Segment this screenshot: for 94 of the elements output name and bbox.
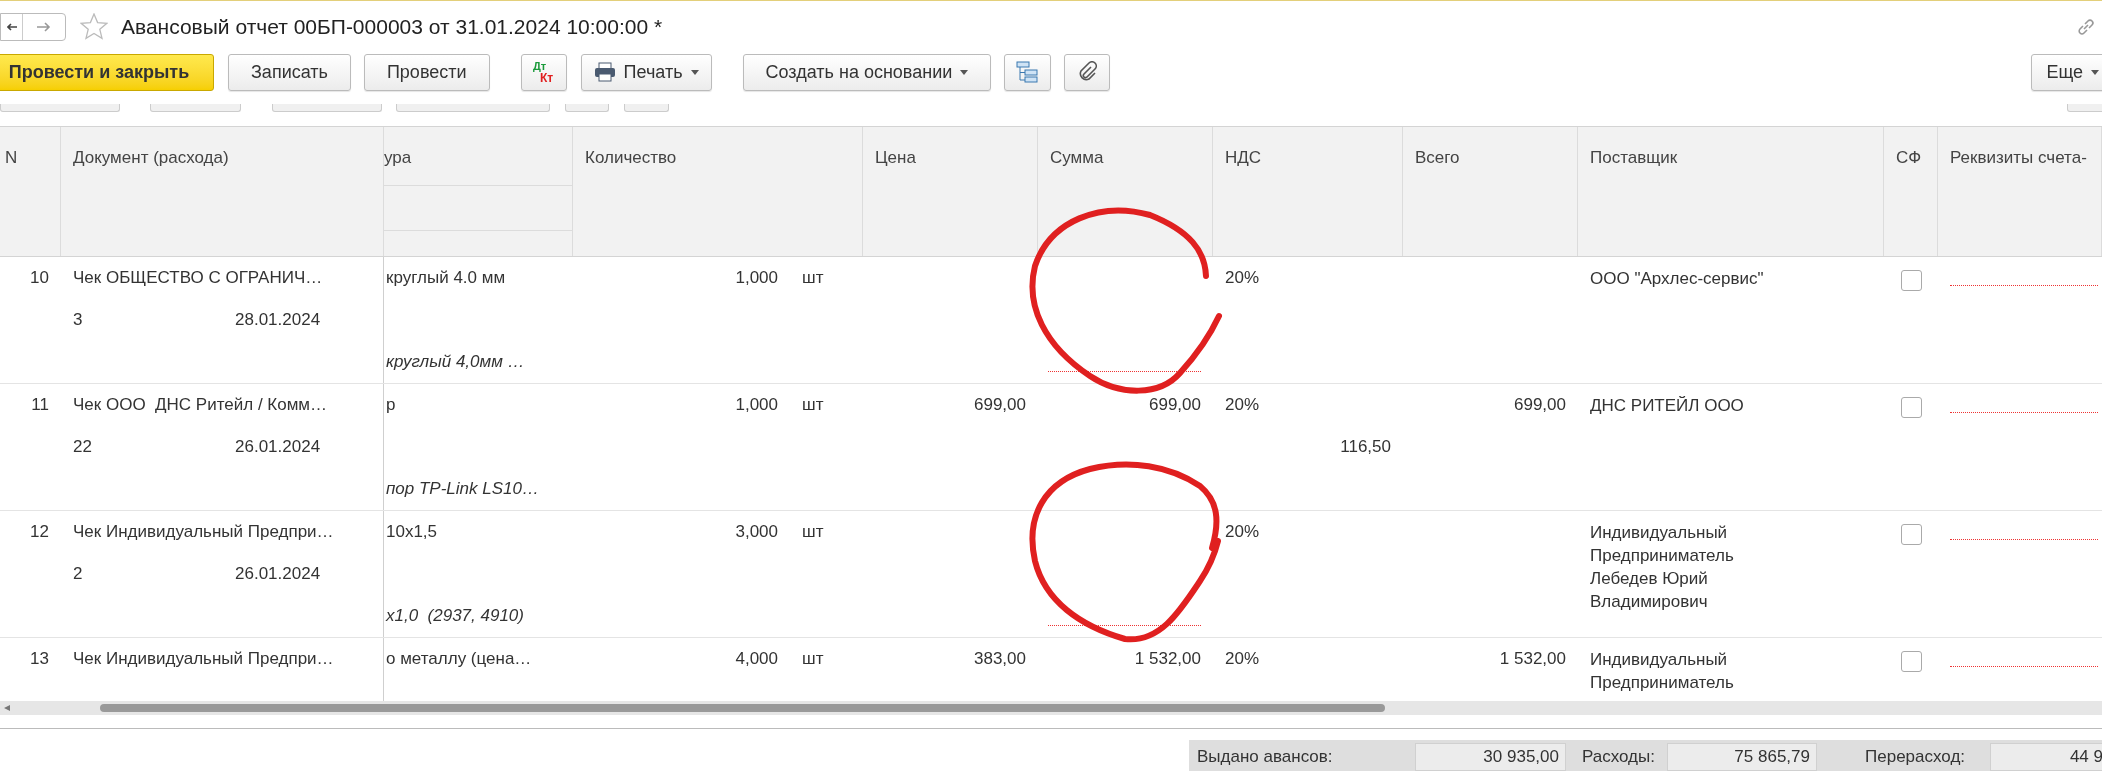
column-header[interactable]: Поставщик [1578,127,1884,256]
item-description: пор TP-Link LS10… [386,478,540,500]
partial-button[interactable] [150,104,241,112]
horizontal-scrollbar[interactable] [0,701,2102,715]
vat-amount-cell-text: 116,50 [1339,436,1392,458]
star-icon [80,13,108,40]
forward-arrow-icon [37,20,51,33]
paperclip-icon [1077,61,1098,83]
document-number: 3 [73,309,84,331]
row-number: 11 [30,394,49,416]
partial-button[interactable] [0,104,120,112]
scroll-left-icon [4,705,10,711]
toolbar-button[interactable]: Записать [228,53,351,91]
totals-field: 30 935,00 [1415,743,1566,771]
printer-icon [593,62,616,82]
column-header[interactable]: Реквизиты счета- [1938,127,2102,256]
vat-rate-cell-text: 20% [1225,267,1261,289]
scrollbar-thumb[interactable] [100,704,1385,712]
vat-rate-cell-text: 20% [1225,648,1261,670]
partial-button[interactable] [396,104,550,112]
row-number: 10 [29,267,49,289]
partial-button[interactable] [272,104,382,112]
quantity-cell-text: 1,000 [734,394,778,416]
link-button[interactable] [2076,16,2096,37]
column-header[interactable]: Документ (расхода) [61,127,384,256]
attach-button[interactable] [1064,53,1111,91]
window-title: Авансовый отчет 00БП-000003 от 31.01.2024 10:00:00 * [121,13,663,40]
document-number: 2 [73,563,84,585]
column-header[interactable]: СФ [1884,127,1938,256]
sum-cell-text: 1 532,00 [1133,648,1201,670]
item-cell-text: р [386,394,397,416]
document-cell-text: Чек ОБЩЕСТВО С ОГРАНИЧ… [73,267,324,289]
item-cell-text: 10x1,5 [386,521,439,543]
unit-cell-text: шт [801,521,824,543]
item-cell-text: круглый 4.0 мм [386,267,507,289]
column-header[interactable]: N [0,127,61,256]
back-arrow-icon [6,21,17,32]
supplier-cell-text: Индивидуальный Предприниматель Лебедев Юрий Владимирович [1590,522,1735,613]
link-icon [2076,16,2096,37]
structure-button[interactable] [1004,53,1052,91]
more-button[interactable]: Еще [2031,53,2102,91]
vat-rate-cell-text: 20% [1225,394,1261,416]
column-header[interactable]: НДС [1213,127,1403,256]
document-date: 26.01.2024 [235,563,321,585]
invoice-checkbox[interactable] [1900,270,1922,291]
totals-label: Выдано авансов: [1197,746,1334,768]
quantity-cell-text: 1,000 [734,267,778,289]
post-and-close-button[interactable]: Провести и закрыть [0,53,214,91]
invoice-checkbox[interactable] [1900,397,1922,418]
print-button[interactable]: Печать [580,53,712,91]
toolbar-button[interactable]: Создать на основании [742,53,992,91]
item-description: x1,0 (2937, 4910) [386,605,525,627]
total-cell-text: 699,00 [1513,394,1566,416]
column-header[interactable]: Количество [573,127,863,256]
partial-button[interactable] [624,104,669,112]
quantity-cell-text: 3,000 [734,521,778,543]
supplier-cell-text: ДНС РИТЕЙЛ ООО [1590,395,1745,417]
invoice-checkbox[interactable] [1900,651,1922,672]
row-number: 12 [29,521,49,543]
vat-rate-cell-text: 20% [1225,521,1261,543]
toolbar-button[interactable]: Провести [363,53,490,91]
sum-cell-text: 699,00 [1148,394,1201,416]
totals-field: 75 865,79 [1667,743,1817,771]
column-header[interactable]: Сумма [1038,127,1213,256]
favorite-star-button[interactable] [79,11,109,42]
document-number: 22 [73,436,93,458]
totals-label: Перерасход: [1865,746,1967,768]
total-cell-text: 1 532,00 [1498,648,1566,670]
document-cell-text: Чек Индивидуальный Предпри… [73,521,335,543]
totals-label: Расходы: [1582,746,1656,768]
document-date: 26.01.2024 [235,436,321,458]
partial-button[interactable] [2067,104,2102,112]
document-date: 28.01.2024 [235,309,321,331]
partial-button[interactable] [565,104,609,112]
supplier-cell-text: Индивидуальный Предприниматель [1590,649,1735,694]
row-number: 13 [29,648,49,670]
unit-cell-text: шт [801,394,824,416]
unit-cell-text: шт [801,267,824,289]
item-cell-text: о металлу (цена… [386,648,533,670]
hierarchy-icon [1015,61,1040,83]
document-cell-text: Чек ООО ДНС Ритейл / Комм… [73,394,329,416]
quantity-cell-text: 4,000 [734,648,778,670]
invoice-checkbox[interactable] [1900,524,1922,545]
document-cell-text: Чек Индивидуальный Предпри… [73,648,335,670]
supplier-cell-text: ООО "Архлес-сервис" [1590,268,1765,290]
unit-cell-text: шт [801,648,824,670]
column-header[interactable]: Всего [1403,127,1578,256]
item-description: круглый 4,0мм … [386,351,526,373]
price-cell-text: 699,00 [973,394,1026,416]
column-header[interactable]: Цена [863,127,1038,256]
debit-credit-button[interactable]: Дт Кт [520,53,567,91]
column-header[interactable]: ура [384,127,573,256]
price-cell-text: 383,00 [973,648,1026,670]
totals-field: 44 9 [1990,743,2102,771]
